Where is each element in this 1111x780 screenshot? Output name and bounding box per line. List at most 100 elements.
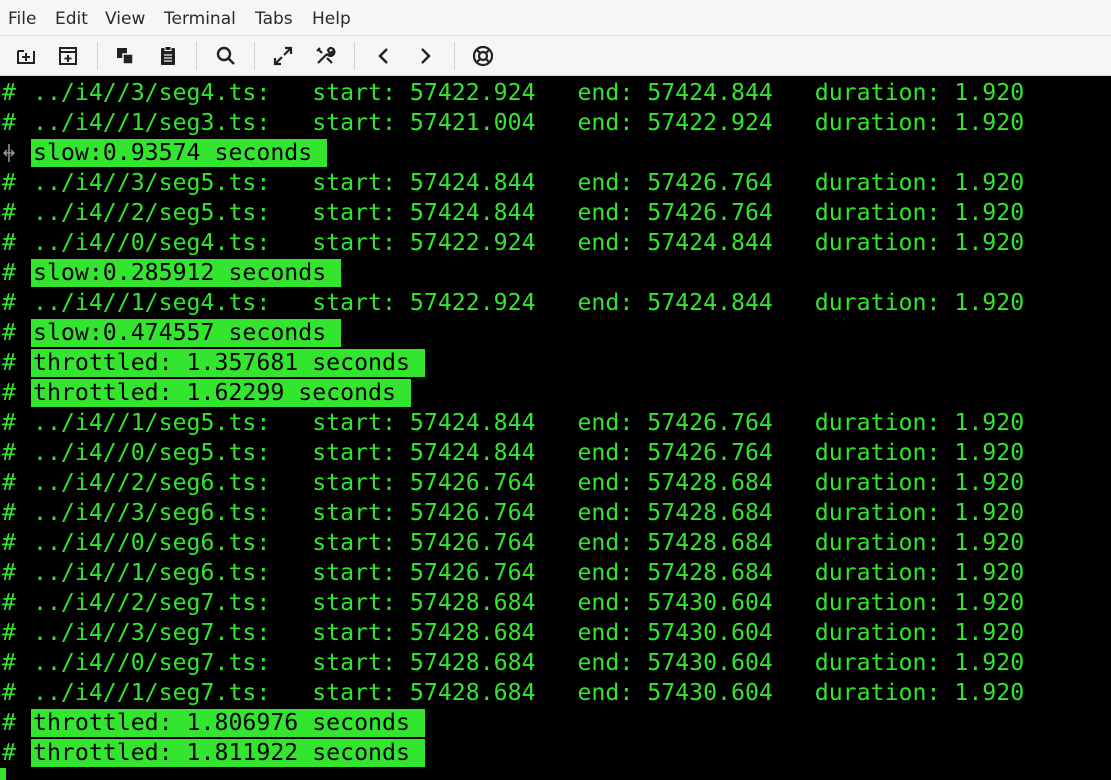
comment-prefix: # [2,739,16,766]
comment-prefix: # [2,529,16,556]
comment-prefix: # [2,109,16,136]
log-text: ../i4//0/seg5.ts: start: 57424.844 end: … [33,439,1025,466]
comment-prefix: # [2,589,16,616]
fullscreen-button[interactable] [266,40,300,72]
comment-prefix: # [2,439,16,466]
comment-prefix: # [2,79,16,106]
highlighted-text: throttled: 1.62299 seconds [31,379,411,407]
log-line: # ../i4//2/seg7.ts: start: 57428.684 end:… [0,588,1111,618]
highlighted-log-line: # throttled: 1.806976 seconds [0,708,1111,738]
previous-tab-button[interactable] [367,40,401,72]
preferences-button[interactable] [308,40,342,72]
preferences-icon [316,46,336,64]
highlighted-log-line: slow:0.93574 seconds [0,138,1111,168]
log-line: # ../i4//1/seg5.ts: start: 57424.844 end:… [0,408,1111,438]
terminal-output[interactable]: # ../i4//3/seg4.ts: start: 57422.924 end:… [0,76,1111,780]
log-line: # ../i4//1/seg7.ts: start: 57428.684 end:… [0,678,1111,708]
comment-prefix: # [2,499,16,526]
help-button[interactable] [466,40,500,72]
comment-prefix: # [2,199,16,226]
comment-prefix: # [2,709,16,736]
next-tab-button[interactable] [408,40,442,72]
log-line: # ../i4//0/seg7.ts: start: 57428.684 end:… [0,648,1111,678]
comment-prefix: # [2,319,16,346]
log-line: # ../i4//2/seg6.ts: start: 57426.764 end:… [0,468,1111,498]
log-line: # ../i4//3/seg6.ts: start: 57426.764 end:… [0,498,1111,528]
terminal-cursor [0,768,6,780]
menu-edit[interactable]: Edit [55,0,88,36]
new-tab-icon [17,50,35,64]
log-line: # ../i4//1/seg4.ts: start: 57422.924 end:… [0,288,1111,318]
comment-prefix: # [2,289,16,316]
mouse-pointer-icon [3,144,15,162]
highlighted-log-line: # throttled: 1.62299 seconds [0,378,1111,408]
highlighted-text: slow:0.285912 seconds [31,259,342,287]
toolbar [0,36,1111,76]
comment-prefix: # [2,349,16,376]
log-text: ../i4//3/seg7.ts: start: 57428.684 end: … [33,619,1025,646]
highlighted-log-line: # slow:0.285912 seconds [0,258,1111,288]
log-line: # ../i4//1/seg6.ts: start: 57426.764 end:… [0,558,1111,588]
log-line: # ../i4//3/seg5.ts: start: 57424.844 end:… [0,168,1111,198]
help-icon [472,45,494,67]
toolbar-separator [97,42,98,70]
menu-tabs[interactable]: Tabs [255,0,293,36]
highlighted-text: throttled: 1.806976 seconds [31,709,425,737]
log-text: ../i4//3/seg4.ts: start: 57422.924 end: … [33,79,1025,106]
highlighted-text: slow:0.93574 seconds [31,139,328,167]
comment-prefix: # [2,469,16,496]
menu-file[interactable]: File [8,0,36,36]
previous-tab-icon [378,48,388,64]
log-text: ../i4//1/seg4.ts: start: 57422.924 end: … [33,289,1025,316]
comment-prefix: # [2,379,16,406]
comment-prefix: # [2,619,16,646]
toolbar-separator [196,42,197,70]
highlighted-text: slow:0.474557 seconds [31,319,342,347]
log-text: ../i4//2/seg6.ts: start: 57426.764 end: … [33,469,1025,496]
copy-icon [117,48,134,65]
log-line: # ../i4//2/seg5.ts: start: 57424.844 end:… [0,198,1111,228]
menu-help[interactable]: Help [312,0,351,36]
log-line: # ../i4//0/seg4.ts: start: 57422.924 end:… [0,228,1111,258]
comment-prefix: # [2,649,16,676]
new-window-icon [59,47,77,65]
log-text: ../i4//2/seg5.ts: start: 57424.844 end: … [33,199,1025,226]
search-icon [216,46,235,65]
comment-prefix: # [2,169,16,196]
paste-icon [161,46,175,65]
log-text: ../i4//1/seg5.ts: start: 57424.844 end: … [33,409,1025,436]
comment-prefix: # [2,259,16,286]
log-text: ../i4//0/seg4.ts: start: 57422.924 end: … [33,229,1025,256]
log-line: # ../i4//0/seg6.ts: start: 57426.764 end:… [0,528,1111,558]
highlighted-log-line: # throttled: 1.811922 seconds [0,738,1111,768]
log-text: ../i4//3/seg5.ts: start: 57424.844 end: … [33,169,1025,196]
next-tab-icon [421,48,431,64]
comment-prefix: # [2,409,16,436]
fullscreen-icon [273,46,293,66]
highlighted-text: throttled: 1.357681 seconds [31,349,425,377]
log-text: ../i4//3/seg6.ts: start: 57426.764 end: … [33,499,1025,526]
comment-prefix: # [2,229,16,256]
toolbar-separator [254,42,255,70]
comment-prefix: # [2,559,16,586]
log-text: ../i4//1/seg7.ts: start: 57428.684 end: … [33,679,1025,706]
log-text: ../i4//2/seg7.ts: start: 57428.684 end: … [33,589,1025,616]
new-tab-button[interactable] [9,40,43,72]
new-window-button[interactable] [51,40,85,72]
search-button[interactable] [209,40,243,72]
copy-button[interactable] [108,40,142,72]
log-text: ../i4//1/seg3.ts: start: 57421.004 end: … [33,109,1025,136]
toolbar-separator [354,42,355,70]
log-line: # ../i4//1/seg3.ts: start: 57421.004 end:… [0,108,1111,138]
log-text: ../i4//0/seg7.ts: start: 57428.684 end: … [33,649,1025,676]
log-line: # ../i4//3/seg7.ts: start: 57428.684 end:… [0,618,1111,648]
highlighted-log-line: # throttled: 1.357681 seconds [0,348,1111,378]
menu-view[interactable]: View [105,0,145,36]
toolbar-separator [454,42,455,70]
log-line: # ../i4//0/seg5.ts: start: 57424.844 end:… [0,438,1111,468]
log-text: ../i4//0/seg6.ts: start: 57426.764 end: … [33,529,1025,556]
highlighted-log-line: # slow:0.474557 seconds [0,318,1111,348]
log-text: ../i4//1/seg6.ts: start: 57426.764 end: … [33,559,1025,586]
paste-button[interactable] [151,40,185,72]
menu-terminal[interactable]: Terminal [164,0,236,36]
